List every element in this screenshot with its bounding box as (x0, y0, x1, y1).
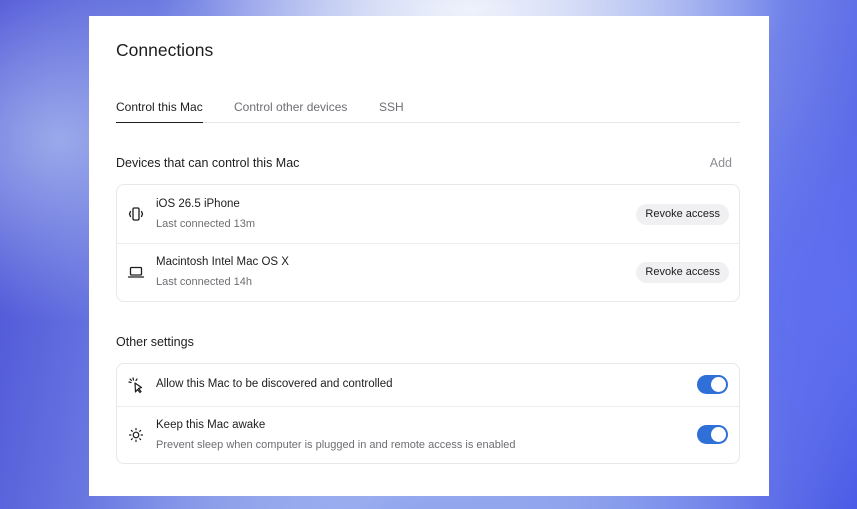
device-name: Macintosh Intel Mac OS X (156, 256, 289, 268)
setting-row-discoverable: Allow this Mac to be discovered and cont… (117, 364, 739, 406)
tab-ssh[interactable]: SSH (379, 100, 404, 122)
keep-awake-toggle[interactable] (697, 425, 728, 444)
connections-panel: Connections Control this Mac Control oth… (89, 16, 769, 496)
revoke-access-button[interactable]: Revoke access (636, 204, 729, 225)
devices-card: iOS 26.5 iPhone Last connected 13m Revok… (116, 184, 740, 302)
page-title: Connections (116, 40, 214, 60)
setting-label: Keep this Mac awake (156, 419, 266, 431)
revoke-access-button[interactable]: Revoke access (636, 262, 729, 283)
other-settings-title: Other settings (116, 335, 194, 349)
sun-icon (127, 426, 145, 444)
device-row: Macintosh Intel Mac OS X Last connected … (117, 243, 739, 301)
add-device-button[interactable]: Add (710, 156, 732, 170)
tab-control-this-mac[interactable]: Control this Mac (116, 100, 203, 123)
setting-label: Allow this Mac to be discovered and cont… (156, 378, 393, 390)
device-last-connected: Last connected 14h (156, 276, 253, 288)
discoverable-toggle[interactable] (697, 375, 728, 394)
device-name: iOS 26.5 iPhone (156, 198, 240, 210)
tab-control-other-devices[interactable]: Control other devices (234, 100, 347, 122)
phone-vibrate-icon (127, 205, 145, 223)
setting-description: Prevent sleep when computer is plugged i… (156, 439, 516, 451)
laptop-icon (127, 263, 145, 281)
cursor-click-icon (127, 376, 145, 394)
device-row: iOS 26.5 iPhone Last connected 13m Revok… (117, 185, 739, 243)
devices-section-title: Devices that can control this Mac (116, 156, 300, 170)
device-last-connected: Last connected 13m (156, 218, 256, 230)
toggle-knob (711, 377, 726, 392)
tab-bar: Control this Mac Control other devices S… (116, 100, 740, 123)
settings-card: Allow this Mac to be discovered and cont… (116, 363, 740, 464)
setting-row-keep-awake: Keep this Mac awake Prevent sleep when c… (117, 406, 739, 463)
toggle-knob (711, 427, 726, 442)
